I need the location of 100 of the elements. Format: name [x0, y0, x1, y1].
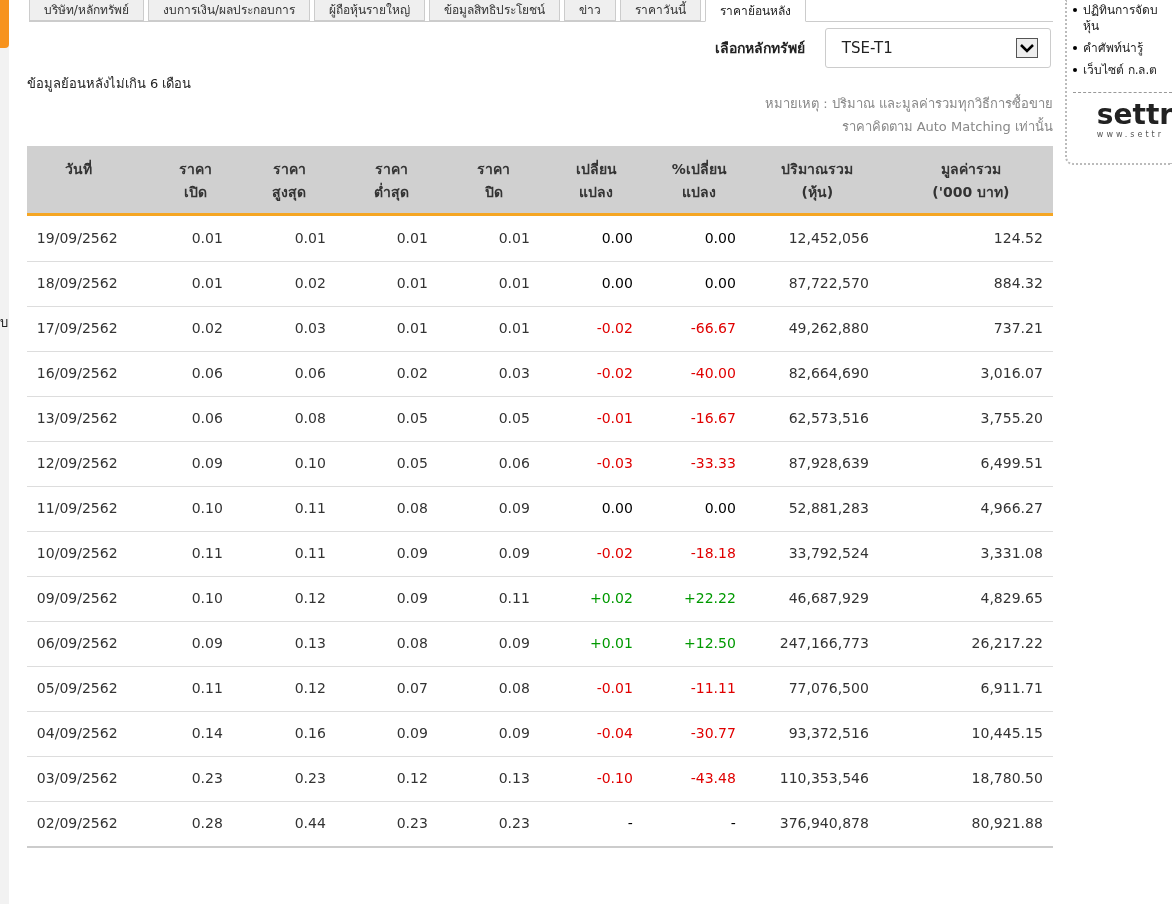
table-cell-text: 0.23	[497, 814, 531, 833]
table-cell-text: 0.09	[497, 544, 531, 563]
table-cell-text: 0.11	[293, 499, 327, 518]
sidebar-item[interactable]: บ	[0, 316, 9, 329]
table-cell-text: 77,076,500	[787, 679, 870, 698]
table-cell-text: -18.18	[689, 544, 737, 563]
table-cell-text: 0.13	[497, 769, 531, 788]
table-cell-text: 0.09	[395, 724, 429, 743]
logo-url: www.settr	[1096, 129, 1165, 141]
side-link[interactable]: ปฏิทินการจัดบ หุ้น	[1082, 2, 1158, 34]
table-cell-text: 247,166,773	[778, 634, 870, 653]
column-header: มูลค่ารวม ('000 บาท)	[931, 159, 1011, 202]
table-cell-text: 0.23	[395, 814, 429, 833]
tab[interactable]: ข่าว	[563, 0, 616, 21]
column-header: ราคา ต่ำสุด	[373, 159, 411, 203]
table-cell-text: 0.08	[497, 679, 531, 698]
table-cell-text: 04/09/2562	[35, 724, 119, 743]
table-cell-text: 737.21	[992, 319, 1044, 338]
table-cell-text: -66.67	[689, 319, 737, 338]
table-cell-text: 19/09/2562	[35, 228, 119, 248]
table-cell-text: 0.05	[497, 409, 531, 428]
table-cell-text: 02/09/2562	[35, 814, 119, 833]
table-cell-text: -0.01	[595, 409, 634, 428]
table-cell-text: 3,016.07	[979, 364, 1044, 383]
table-cell-text: -40.00	[689, 364, 737, 383]
tab[interactable]: งบการเงิน/ผลประกอบการ	[147, 0, 310, 21]
table-cell-text: -0.04	[595, 724, 634, 743]
table-cell-text: 16/09/2562	[35, 364, 119, 383]
tab[interactable]: ราคาย้อนหลัง	[704, 0, 806, 22]
table-cell-text: 0.09	[497, 634, 531, 653]
table-cell-text: 18/09/2562	[35, 274, 119, 293]
table-cell-text: 10/09/2562	[35, 544, 119, 563]
table-cell-text: 49,262,880	[787, 319, 870, 338]
table-cell-text: 110,353,546	[778, 769, 870, 788]
table-cell-text: 0.23	[293, 769, 327, 788]
table-cell-text: 0.03	[293, 319, 327, 338]
column-header: ราคา เปิด	[178, 159, 214, 202]
table-cell-text: -0.10	[595, 769, 634, 788]
table-cell-text: 0.09	[497, 499, 531, 518]
table-cell-text: 62,573,516	[787, 409, 870, 428]
table-cell-text: -0.02	[595, 319, 634, 338]
table-cell-text: 0.01	[497, 319, 531, 338]
table-cell-text: 13/09/2562	[35, 409, 119, 428]
bullet-icon	[1072, 46, 1077, 50]
table-cell-text: 0.44	[293, 814, 327, 833]
bullet-icon	[1072, 8, 1077, 12]
table-cell-text: -0.02	[595, 544, 634, 563]
table-cell-text: 0.12	[395, 769, 429, 788]
table-cell-text: 0.07	[395, 679, 429, 698]
active-marker	[0, 0, 9, 48]
table-cell-text: 26,217.22	[970, 634, 1044, 653]
tab[interactable]: ผู้ถือหุ้นรายใหญ่	[313, 0, 425, 21]
table-cell-text: -33.33	[689, 454, 737, 473]
table-cell-text: 0.11	[190, 679, 224, 698]
table-cell-text: 376,940,878	[778, 814, 870, 833]
table-cell-text: 06/09/2562	[35, 634, 119, 653]
security-select[interactable]: TSE-T1	[824, 28, 1051, 68]
tab[interactable]: ข้อมูลสิทธิประโยชน์	[428, 0, 560, 21]
table-cell-text: 3,755.20	[979, 409, 1044, 428]
select-label: เลือกหลักทรัพย์	[714, 38, 805, 58]
table-cell-text: 0.10	[190, 499, 224, 518]
table-cell-text: 82,664,690	[787, 364, 870, 383]
column-header: วันที่	[64, 158, 94, 179]
table-cell-text: 0.03	[497, 364, 531, 383]
side-link[interactable]: คำศัพท์น่ารู้	[1082, 40, 1143, 56]
table-cell-text: 0.00	[600, 228, 634, 248]
table-cell-text: 884.32	[992, 274, 1044, 293]
side-link[interactable]: เว็บไซต์ ก.ล.ต	[1082, 62, 1158, 78]
remark-text: หมายเหตุ : ปริมาณ และมูลค่ารวมทุกวิธีการซื้อขาย	[765, 93, 1053, 114]
column-header: ปริมาณรวม (หุ้น)	[780, 159, 855, 203]
table-cell-text: +12.50	[683, 634, 737, 653]
table-cell-text: 6,499.51	[979, 454, 1044, 473]
table-cell-text: 0.12	[293, 679, 327, 698]
tab[interactable]: ราคาวันนี้	[619, 0, 701, 21]
tab[interactable]: บริษัท/หลักทรัพย์	[28, 0, 144, 21]
table-cell-text: 0.14	[190, 724, 224, 743]
table-cell-text: -11.11	[689, 679, 737, 698]
table-cell-text: 0.02	[190, 319, 224, 338]
table-cell-text: -	[729, 814, 737, 833]
table-cell-text: 0.11	[293, 544, 327, 563]
table-cell-text: 18,780.50	[970, 769, 1044, 788]
table-cell-text: 0.10	[293, 454, 327, 473]
remark-text: ราคาคิดตาม Auto Matching เท่านั้น	[841, 116, 1053, 136]
table-cell-text: -16.67	[689, 409, 737, 428]
table-cell-text: 0.00	[703, 228, 737, 248]
table-cell-text: 3,331.08	[979, 544, 1044, 563]
column-header: ราคา ปิด	[476, 159, 512, 202]
table-cell-text: 0.01	[395, 228, 429, 248]
table-cell-text: 10,445.15	[970, 724, 1044, 743]
column-header: เปลี่ยน แปลง	[574, 158, 618, 202]
table-cell-text: -	[626, 814, 634, 833]
table-cell-text: +0.01	[588, 634, 634, 653]
table-cell-text: 0.01	[497, 274, 531, 293]
table-cell-text: 0.12	[293, 589, 327, 608]
table-cell-text: 03/09/2562	[35, 769, 119, 788]
table-cell-text: 0.28	[190, 814, 224, 833]
table-cell-text: 0.16	[293, 724, 327, 743]
table-cell-text: 05/09/2562	[35, 679, 119, 698]
column-header: %เปลี่ยน แปลง	[670, 158, 728, 202]
table-cell-text: 0.06	[190, 409, 224, 428]
